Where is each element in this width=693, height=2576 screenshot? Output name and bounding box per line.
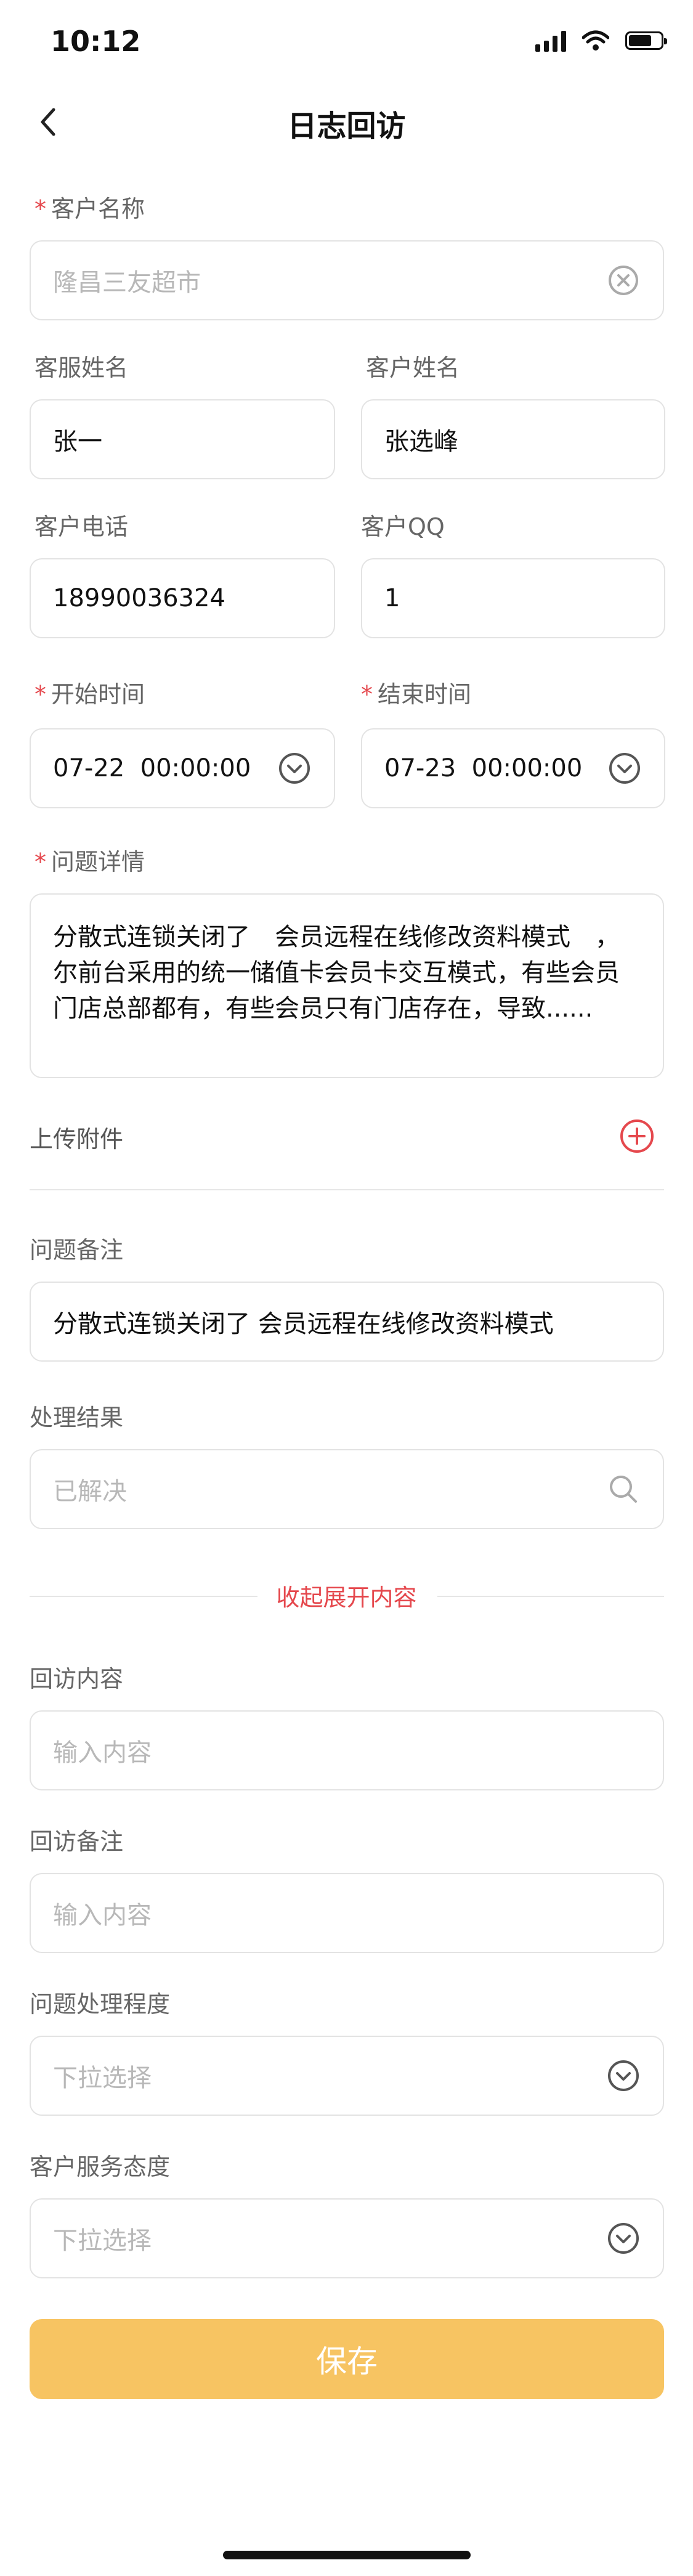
result-placeholder: 已解决 [53, 1477, 127, 1506]
add-attachment-button[interactable] [618, 1118, 655, 1155]
wifi-icon [582, 30, 609, 51]
service-attitude-label: 客户服务态度 [30, 2153, 171, 2180]
visit-note-placeholder: 输入内容 [53, 1901, 152, 1930]
status-icons [535, 28, 667, 53]
battery-icon [625, 31, 667, 50]
visit-note-label: 回访备注 [30, 1828, 124, 1855]
customer-phone-field[interactable]: 18990036324 [30, 558, 335, 638]
status-time: 10:12 [51, 25, 141, 58]
customer-phone-label: 客户电话 [34, 513, 129, 540]
handling-degree-label: 问题处理程度 [30, 1991, 171, 2018]
customer-person-value: 张选峰 [384, 428, 458, 456]
customer-qq-field[interactable]: 1 [361, 558, 665, 638]
service-attitude-placeholder: 下拉选择 [53, 2227, 152, 2255]
issue-note-value: 分散式连锁关闭了 会员远程在线修改资料模式 [53, 1310, 554, 1338]
page-title: 日志回访 [287, 109, 406, 144]
customer-name-field[interactable]: 隆昌三友超市 [30, 240, 664, 320]
issue-detail-textarea[interactable]: 分散式连锁关闭了 会员远程在线修改资料模式 ，尔前台采用的统一储值卡会员卡交互模… [30, 893, 664, 1078]
service-name-label: 客服姓名 [34, 354, 129, 381]
visit-content-placeholder: 输入内容 [53, 1739, 152, 1767]
service-name-value: 张一 [53, 428, 102, 456]
customer-name-value: 隆昌三友超市 [53, 269, 201, 297]
customer-person-field[interactable]: 张选峰 [361, 399, 665, 479]
issue-detail-label: * 问题详情 [34, 848, 145, 876]
service-attitude-select[interactable]: 下拉选择 [30, 2198, 664, 2278]
end-time-value: 07-23 00:00:00 [384, 754, 583, 782]
customer-person-label: 客户姓名 [366, 354, 460, 381]
issue-note-field[interactable]: 分散式连锁关闭了 会员远程在线修改资料模式 [30, 1282, 664, 1362]
add-circle-icon [620, 1119, 654, 1153]
visit-content-label: 回访内容 [30, 1665, 124, 1692]
home-indicator [223, 2551, 471, 2559]
handling-degree-placeholder: 下拉选择 [53, 2064, 152, 2092]
issue-note-label: 问题备注 [30, 1237, 124, 1264]
collapse-divider-right [437, 1596, 664, 1597]
start-time-value: 07-22 00:00:00 [53, 754, 251, 782]
save-button[interactable]: 保存 [30, 2319, 664, 2399]
chevron-down-icon [606, 2221, 641, 2256]
search-icon [606, 1472, 641, 1506]
chevron-down-icon [607, 751, 642, 786]
visit-note-input[interactable]: 输入内容 [30, 1873, 664, 1953]
section-divider [30, 1189, 664, 1190]
required-mark: * [34, 195, 46, 222]
chevron-down-icon [277, 751, 312, 786]
clear-icon [609, 266, 638, 295]
clear-button[interactable] [606, 263, 641, 298]
handling-degree-select[interactable]: 下拉选择 [30, 2036, 664, 2116]
result-label: 处理结果 [30, 1404, 124, 1431]
collapse-toggle-label: 收起展开内容 [276, 1584, 417, 1611]
attachment-label: 上传附件 [30, 1126, 124, 1153]
end-time-picker[interactable]: 07-23 00:00:00 [361, 728, 665, 808]
start-time-label: * 开始时间 [34, 681, 145, 708]
visit-content-input[interactable]: 输入内容 [30, 1710, 664, 1790]
start-time-picker[interactable]: 07-22 00:00:00 [30, 728, 335, 808]
customer-phone-value: 18990036324 [53, 584, 225, 612]
end-time-label: * 结束时间 [361, 681, 472, 708]
cellular-signal-icon [535, 30, 566, 52]
chevron-down-icon [606, 2058, 641, 2093]
customer-name-label: * 客户名称 [34, 195, 145, 222]
service-name-field[interactable]: 张一 [30, 399, 335, 479]
result-search-field[interactable]: 已解决 [30, 1449, 664, 1529]
customer-qq-label: 客户QQ [361, 513, 445, 540]
customer-qq-value: 1 [384, 584, 400, 612]
